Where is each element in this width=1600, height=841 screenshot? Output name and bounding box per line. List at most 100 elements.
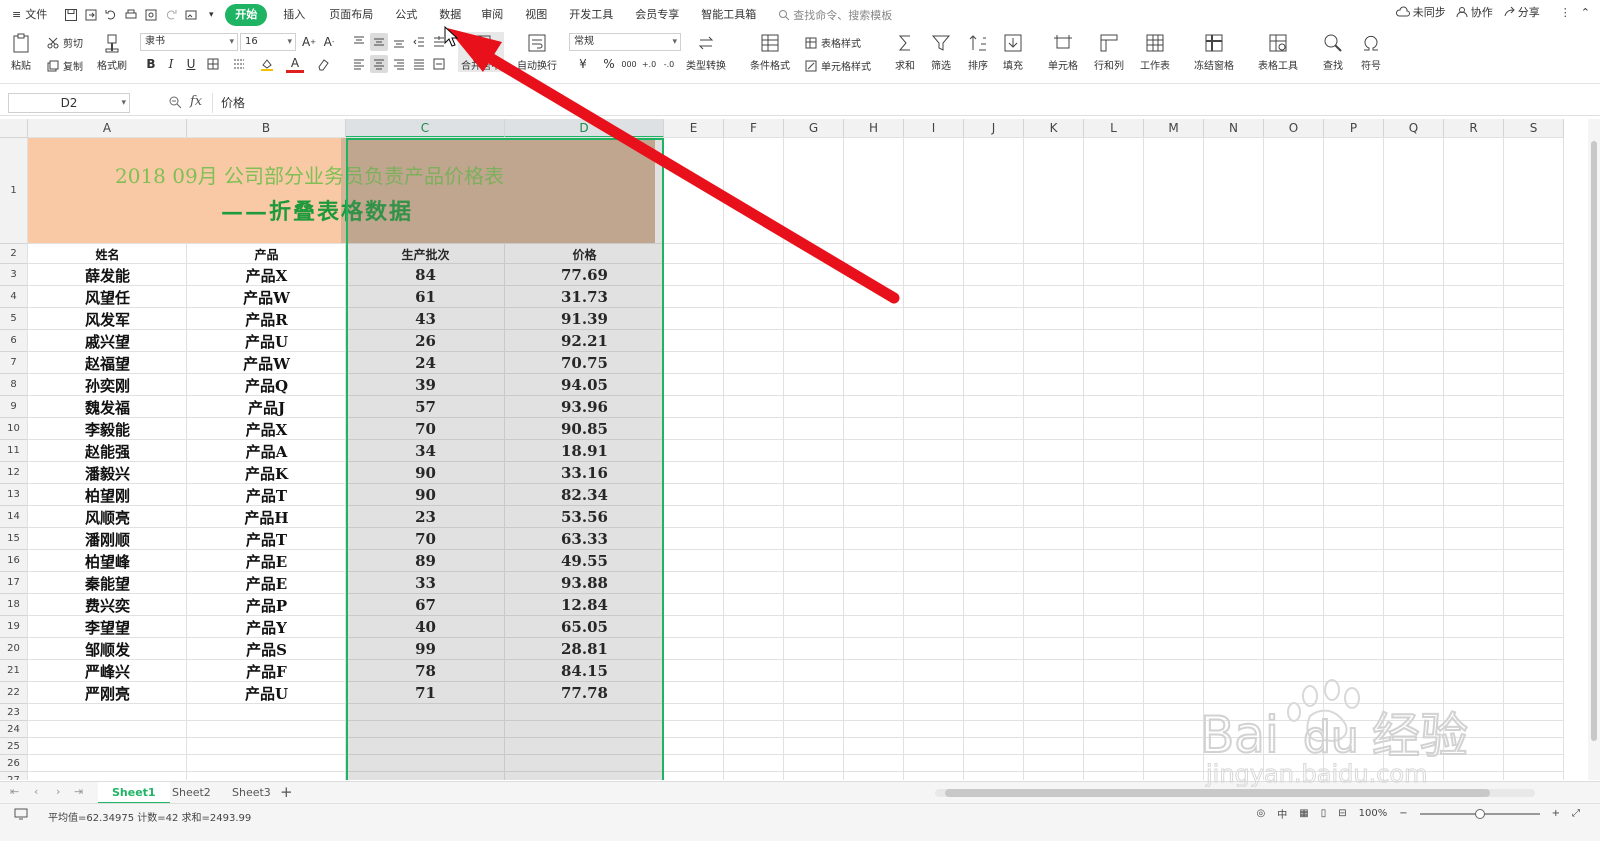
data-cell[interactable]: 90 bbox=[346, 484, 505, 506]
data-cell[interactable]: 70 bbox=[346, 528, 505, 550]
zoom-slider[interactable] bbox=[1419, 808, 1540, 819]
column-header-m[interactable]: M bbox=[1144, 119, 1204, 138]
data-cell[interactable]: 90.85 bbox=[505, 418, 664, 440]
sheet-tab-sheet3[interactable]: Sheet3 bbox=[218, 782, 285, 804]
tab-page-layout[interactable]: 页面布局 bbox=[321, 4, 381, 26]
row-header-7[interactable]: 7 bbox=[0, 352, 28, 374]
column-header-k[interactable]: K bbox=[1024, 119, 1084, 138]
file-menu[interactable]: ≡ 文件 bbox=[0, 4, 55, 26]
data-cell[interactable]: 28.81 bbox=[505, 638, 664, 660]
data-cell[interactable]: 产品X bbox=[187, 264, 346, 286]
row-header-1[interactable]: 1 bbox=[0, 138, 28, 244]
data-cell[interactable]: 70.75 bbox=[505, 352, 664, 374]
data-cell[interactable]: 严峰兴 bbox=[28, 660, 187, 682]
wrap-text-button[interactable]: 自动换行 bbox=[517, 32, 557, 72]
row-header-10[interactable]: 10 bbox=[0, 418, 28, 440]
eye-protection-icon[interactable]: ◎ bbox=[1257, 808, 1266, 819]
data-cell[interactable]: 柏望峰 bbox=[28, 550, 187, 572]
row-header-17[interactable]: 17 bbox=[0, 572, 28, 594]
horizontal-scrollbar[interactable] bbox=[935, 789, 1535, 797]
align-top-icon[interactable] bbox=[350, 33, 368, 51]
data-cell[interactable]: 产品T bbox=[187, 484, 346, 506]
data-cell[interactable]: 33 bbox=[346, 572, 505, 594]
data-cell[interactable]: 产品E bbox=[187, 550, 346, 572]
data-cell[interactable]: 风望任 bbox=[28, 286, 187, 308]
data-cell[interactable]: 49.55 bbox=[505, 550, 664, 572]
data-cell[interactable]: 产品W bbox=[187, 352, 346, 374]
cut-button[interactable]: 剪切 bbox=[46, 35, 83, 50]
fill-button[interactable]: 填充 bbox=[1002, 32, 1024, 72]
tab-smart-tools[interactable]: 智能工具箱 bbox=[693, 4, 764, 26]
tab-home[interactable]: 开始 bbox=[225, 4, 268, 26]
align-left-icon[interactable] bbox=[350, 55, 368, 73]
column-header-g[interactable]: G bbox=[784, 119, 844, 138]
data-cell[interactable]: 77.78 bbox=[505, 682, 664, 704]
redo-icon[interactable] bbox=[161, 4, 181, 26]
tab-view[interactable]: 视图 bbox=[517, 4, 555, 26]
next-sheet-icon[interactable]: › bbox=[56, 785, 60, 798]
row-header-22[interactable]: 22 bbox=[0, 682, 28, 704]
header-cell[interactable]: 产品 bbox=[187, 244, 346, 264]
row-header-18[interactable]: 18 bbox=[0, 594, 28, 616]
page-layout-view-icon[interactable]: ▯ bbox=[1321, 808, 1327, 819]
data-cell[interactable]: 邹顺发 bbox=[28, 638, 187, 660]
data-cell[interactable]: 89 bbox=[346, 550, 505, 572]
column-header-p[interactable]: P bbox=[1324, 119, 1384, 138]
column-header-l[interactable]: L bbox=[1084, 119, 1144, 138]
row-header-4[interactable]: 4 bbox=[0, 286, 28, 308]
select-all-corner[interactable] bbox=[0, 119, 28, 138]
row-header-3[interactable]: 3 bbox=[0, 264, 28, 286]
row-header-6[interactable]: 6 bbox=[0, 330, 28, 352]
data-cell[interactable]: 费兴奕 bbox=[28, 594, 187, 616]
bold-icon[interactable]: B bbox=[142, 55, 160, 73]
data-cell[interactable]: 24 bbox=[346, 352, 505, 374]
cell-button[interactable]: 单元格 bbox=[1048, 32, 1078, 72]
row-header-23[interactable]: 23 bbox=[0, 704, 28, 721]
print-icon[interactable] bbox=[121, 4, 141, 26]
decrease-decimal-icon[interactable]: -.0 bbox=[660, 55, 678, 73]
align-middle-icon[interactable] bbox=[370, 33, 388, 51]
zoom-formula-icon[interactable] bbox=[168, 95, 182, 109]
data-cell[interactable]: 53.56 bbox=[505, 506, 664, 528]
row-header-16[interactable]: 16 bbox=[0, 550, 28, 572]
align-right-icon[interactable] bbox=[390, 55, 408, 73]
data-cell[interactable]: 93.96 bbox=[505, 396, 664, 418]
tab-formulas[interactable]: 公式 bbox=[387, 4, 425, 26]
data-cell[interactable]: 产品S bbox=[187, 638, 346, 660]
type-convert-button[interactable]: 类型转换 bbox=[686, 32, 726, 72]
title-cell[interactable]: 2018 09月 公司部分业务员负责产品价格表 ——折叠表格数据 bbox=[28, 138, 655, 244]
data-cell[interactable]: 潘刚顺 bbox=[28, 528, 187, 550]
find-button[interactable]: 查找 bbox=[1322, 32, 1344, 72]
row-col-button[interactable]: 行和列 bbox=[1094, 32, 1124, 72]
zoom-out-icon[interactable]: − bbox=[1399, 808, 1407, 819]
chevron-down-icon[interactable]: ▾ bbox=[201, 4, 221, 26]
formula-input[interactable]: 价格 bbox=[212, 93, 1597, 113]
data-cell[interactable]: 产品Q bbox=[187, 374, 346, 396]
data-cell[interactable]: 戚兴望 bbox=[28, 330, 187, 352]
row-header-11[interactable]: 11 bbox=[0, 440, 28, 462]
zoom-in-icon[interactable]: + bbox=[1552, 808, 1560, 819]
data-cell[interactable]: 产品W bbox=[187, 286, 346, 308]
data-cell[interactable]: 78 bbox=[346, 660, 505, 682]
decrease-font-icon[interactable]: A- bbox=[320, 33, 338, 51]
underline-icon[interactable]: U bbox=[182, 55, 200, 73]
data-cell[interactable]: 31.73 bbox=[505, 286, 664, 308]
tab-data[interactable]: 数据 bbox=[431, 4, 469, 26]
increase-decimal-icon[interactable]: +.0 bbox=[640, 55, 658, 73]
data-cell[interactable]: 40 bbox=[346, 616, 505, 638]
row-header-5[interactable]: 5 bbox=[0, 308, 28, 330]
last-sheet-icon[interactable]: ⇥ bbox=[74, 785, 83, 798]
header-cell[interactable]: 价格 bbox=[505, 244, 664, 264]
data-cell[interactable]: 薛发能 bbox=[28, 264, 187, 286]
data-cell[interactable]: 赵能强 bbox=[28, 440, 187, 462]
data-cell[interactable]: 李毅能 bbox=[28, 418, 187, 440]
prev-sheet-icon[interactable]: ‹ bbox=[34, 785, 38, 798]
share-button[interactable]: 分享 bbox=[1503, 4, 1540, 20]
column-header-o[interactable]: O bbox=[1264, 119, 1324, 138]
data-cell[interactable]: 孙奕刚 bbox=[28, 374, 187, 396]
conditional-format-button[interactable]: 条件格式 bbox=[750, 32, 790, 72]
column-header-h[interactable]: H bbox=[844, 119, 904, 138]
data-cell[interactable]: 91.39 bbox=[505, 308, 664, 330]
paste-button[interactable]: 粘贴 bbox=[10, 32, 32, 72]
zoom-level[interactable]: 100% bbox=[1359, 808, 1388, 819]
